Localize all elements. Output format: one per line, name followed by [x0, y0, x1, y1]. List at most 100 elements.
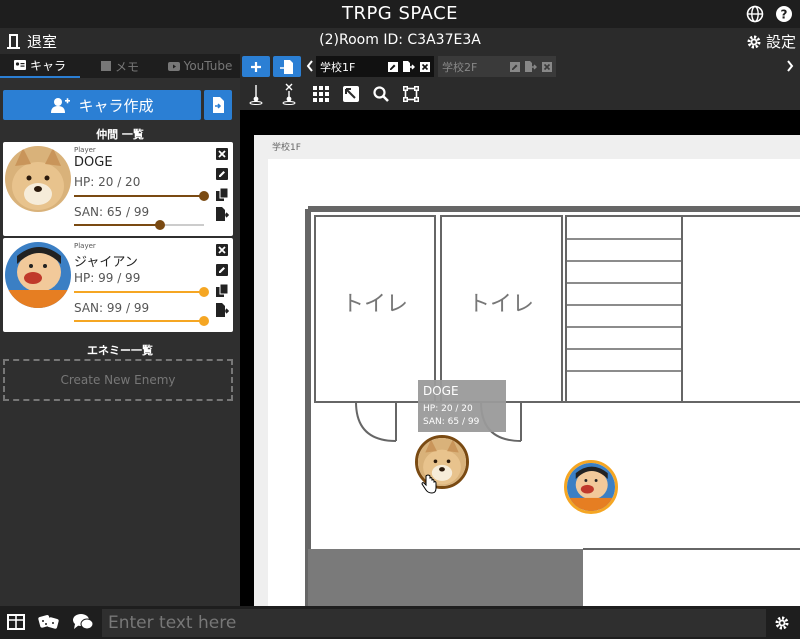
export-character-button[interactable] [215, 207, 229, 221]
edit-character-button[interactable] [215, 167, 229, 181]
pin-remove-icon [282, 83, 296, 105]
file-import-icon [280, 59, 293, 74]
tab-memo-label: メモ [114, 59, 139, 74]
tab-map-2f[interactable]: 学校2F [438, 56, 556, 77]
import-character-button[interactable] [204, 90, 232, 120]
import-map-button[interactable] [273, 56, 301, 77]
dice-button[interactable] [38, 612, 60, 632]
chevron-right-icon[interactable] [786, 60, 794, 72]
file-import-icon [213, 97, 224, 113]
floor-plan [305, 206, 800, 606]
san-slider[interactable] [74, 220, 204, 230]
memo-icon [100, 61, 111, 71]
grid-icon [313, 86, 329, 102]
copy-character-button[interactable] [215, 283, 229, 297]
close-icon [216, 244, 228, 256]
character-card[interactable]: Player DOGE HP: 20 / 20 SAN: 65 / 99 [3, 142, 233, 236]
close-icon [216, 148, 228, 160]
room-label-toilet: トイレ [467, 292, 534, 317]
copy-icon [216, 283, 228, 297]
map-canvas[interactable]: 学校1F トイレ トイレ DOGE HP: 20 / 20 SAN: 65 / … [240, 110, 800, 606]
hp-slider[interactable] [74, 287, 209, 297]
map-tab-label: 学校1F [320, 60, 356, 74]
san-slider-knob[interactable] [199, 316, 209, 326]
tooltip-hp: HP: 20 / 20 [423, 404, 473, 414]
tooltip-san: SAN: 65 / 99 [423, 417, 480, 427]
grid-tool-button[interactable] [308, 82, 334, 106]
pin-icon [249, 85, 263, 105]
file-export-icon[interactable] [525, 61, 537, 72]
fit-view-button[interactable] [398, 82, 424, 106]
globe-icon[interactable] [746, 5, 764, 23]
edit-icon[interactable] [510, 61, 520, 72]
san-slider-knob[interactable] [154, 220, 165, 230]
map-tab-bar: 学校1F 学校2F [240, 54, 800, 78]
toggle-panel-button[interactable] [5, 612, 27, 632]
san-slider[interactable] [74, 316, 209, 326]
remove-pin-tool-button[interactable] [276, 82, 302, 106]
settings-button[interactable]: 設定 [746, 31, 796, 52]
san-label: SAN: 99 / 99 [74, 301, 150, 315]
create-enemy-button[interactable]: Create New Enemy [3, 359, 233, 401]
delete-character-button[interactable] [215, 243, 229, 257]
edit-character-button[interactable] [215, 263, 229, 277]
copy-character-button[interactable] [215, 187, 229, 201]
zoom-tool-button[interactable] [368, 82, 394, 106]
help-icon[interactable]: ? [775, 5, 793, 23]
delete-character-button[interactable] [215, 147, 229, 161]
tooltip-name: DOGE [423, 384, 459, 398]
file-export-icon [216, 207, 229, 221]
map-sheet-title: 学校1F [272, 143, 301, 153]
columns-icon [7, 614, 25, 630]
image-tool-button[interactable] [338, 82, 364, 106]
close-icon[interactable] [420, 61, 430, 72]
enemy-heading: エネミー一覧 [87, 344, 153, 357]
tab-map-1f[interactable]: 学校1F [316, 56, 434, 77]
export-character-button[interactable] [215, 303, 229, 317]
hp-slider-knob[interactable] [199, 191, 209, 201]
character-card[interactable]: Player ジャイアン HP: 99 / 99 SAN: 99 / 99 [3, 238, 233, 332]
plus-icon [251, 61, 261, 72]
expand-icon [403, 86, 419, 102]
hp-slider-knob[interactable] [199, 287, 209, 297]
character-type: Player [74, 146, 96, 154]
map-toolbar [240, 78, 800, 110]
hp-slider[interactable] [74, 191, 209, 201]
avatar [5, 146, 71, 212]
gear-icon [775, 616, 789, 630]
file-export-icon [216, 303, 229, 317]
chat-input[interactable] [102, 609, 766, 637]
dice-icon [38, 615, 59, 629]
chat-log-button[interactable] [72, 612, 94, 632]
tab-youtube[interactable]: YouTube [160, 54, 240, 78]
app-header: TRPG SPACE ? [0, 0, 800, 28]
map-sheet: 学校1F トイレ トイレ [254, 135, 800, 606]
gian-portrait [5, 242, 71, 308]
gear-icon [747, 35, 761, 48]
add-user-icon [51, 98, 71, 113]
gian-token[interactable] [564, 460, 618, 514]
hp-label: HP: 99 / 99 [74, 271, 141, 285]
room-bar: 退室 (2)Room ID: C3A37E3A 設定 [0, 28, 800, 54]
edit-icon [216, 168, 228, 180]
create-character-button[interactable]: キャラ作成 [3, 90, 201, 120]
tab-characters[interactable]: キャラ [0, 54, 80, 78]
san-slider-fill [74, 320, 204, 322]
chevron-left-icon[interactable] [306, 60, 314, 72]
san-slider-fill [74, 224, 160, 226]
sidebar: キャラ メモ YouTube キャラ作成 仲間 一覧 Player DOGE H… [0, 54, 240, 606]
tab-characters-label: キャラ [29, 58, 66, 73]
chat-settings-button[interactable] [766, 609, 798, 637]
app-title: TRPG SPACE [341, 3, 459, 24]
edit-icon[interactable] [388, 61, 398, 72]
doge-portrait [5, 146, 71, 212]
file-export-icon[interactable] [403, 61, 415, 72]
comments-icon [73, 614, 94, 630]
hp-label: HP: 20 / 20 [74, 175, 141, 189]
hp-slider-fill [74, 195, 204, 197]
close-icon[interactable] [542, 61, 552, 72]
pin-tool-button[interactable] [243, 82, 269, 106]
tab-memo[interactable]: メモ [80, 54, 160, 78]
add-map-button[interactable] [242, 56, 270, 77]
character-type: Player [74, 242, 96, 250]
